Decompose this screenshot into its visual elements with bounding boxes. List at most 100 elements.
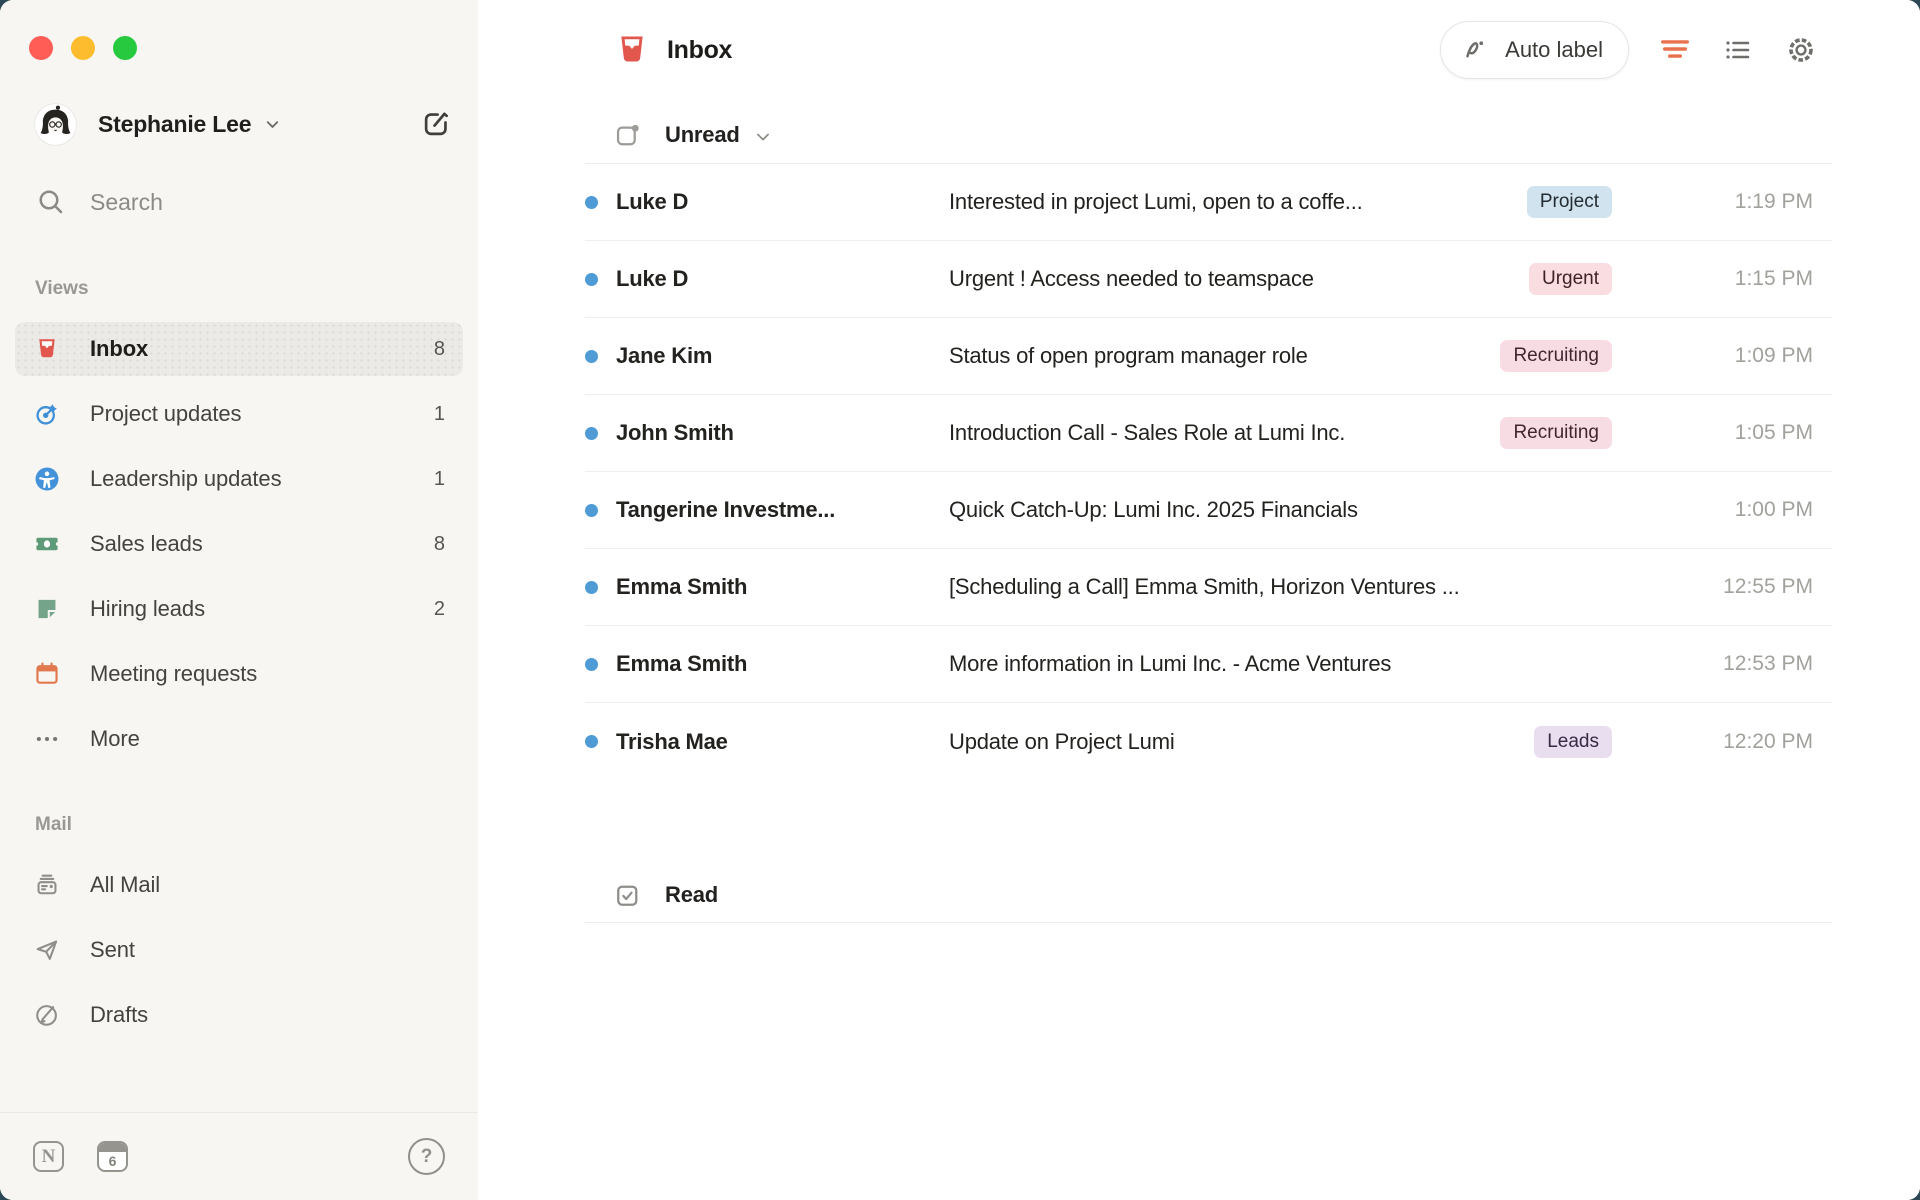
sidebar-item-label: Project updates bbox=[90, 401, 241, 427]
email-label-badge: Leads bbox=[1534, 726, 1612, 758]
read-section-header[interactable]: Read bbox=[585, 868, 1832, 923]
email-subject: Urgent ! Access needed to teamspace bbox=[949, 266, 1529, 292]
avatar bbox=[34, 103, 77, 146]
compose-button[interactable] bbox=[420, 108, 452, 140]
sidebar-item-label: Sent bbox=[90, 937, 135, 963]
window-controls bbox=[29, 36, 137, 60]
sidebar-item-drafts[interactable]: Drafts bbox=[15, 988, 463, 1042]
email-row[interactable]: Jane Kim Status of open program manager … bbox=[585, 318, 1832, 395]
sidebar-item-leadership-updates[interactable]: Leadership updates 1 bbox=[15, 452, 463, 506]
email-row[interactable]: Luke D Urgent ! Access needed to teamspa… bbox=[585, 241, 1832, 318]
inbox-icon bbox=[614, 32, 650, 68]
unread-dot bbox=[585, 504, 598, 517]
settings-gear-icon[interactable] bbox=[1784, 33, 1818, 67]
main-panel: Inbox Auto label bbox=[478, 0, 1920, 1200]
email-sender: Emma Smith bbox=[616, 651, 949, 677]
email-sender: Trisha Mae bbox=[616, 729, 949, 755]
email-subject: Quick Catch-Up: Lumi Inc. 2025 Financial… bbox=[949, 497, 1668, 523]
calendar-app-icon[interactable]: 6 bbox=[97, 1141, 128, 1172]
sidebar-item-meeting-requests[interactable]: Meeting requests bbox=[15, 647, 463, 701]
sidebar-item-count: 2 bbox=[434, 598, 445, 621]
notion-logo-icon[interactable]: N bbox=[33, 1141, 64, 1172]
expand-button[interactable] bbox=[113, 36, 137, 60]
search-label: Search bbox=[90, 189, 163, 216]
email-subject: [Scheduling a Call] Emma Smith, Horizon … bbox=[949, 574, 1668, 600]
email-label-badge: Recruiting bbox=[1500, 417, 1612, 449]
unread-dot bbox=[585, 196, 598, 209]
list-view-icon[interactable] bbox=[1721, 33, 1755, 67]
close-button[interactable] bbox=[29, 36, 53, 60]
sidebar-item-count: 8 bbox=[434, 338, 445, 361]
unread-dot bbox=[585, 273, 598, 286]
calendar-day: 6 bbox=[99, 1152, 126, 1170]
sidebar-item-count: 8 bbox=[434, 533, 445, 556]
unread-dot bbox=[585, 581, 598, 594]
filter-icon[interactable] bbox=[1658, 33, 1692, 67]
accessibility-icon bbox=[34, 466, 60, 492]
email-sender: Luke D bbox=[616, 266, 949, 292]
email-sender: Tangerine Investme... bbox=[616, 497, 949, 523]
sidebar-item-more[interactable]: More bbox=[15, 712, 463, 766]
email-row[interactable]: Luke D Interested in project Lumi, open … bbox=[585, 164, 1832, 241]
unread-dot bbox=[585, 427, 598, 440]
banknote-icon bbox=[34, 531, 60, 557]
target-icon bbox=[34, 401, 60, 427]
sidebar-item-sent[interactable]: Sent bbox=[15, 923, 463, 977]
search[interactable]: Search bbox=[36, 186, 163, 218]
email-row[interactable]: Emma Smith [Scheduling a Call] Emma Smit… bbox=[585, 549, 1832, 626]
sidebar-item-sales-leads[interactable]: Sales leads 8 bbox=[15, 517, 463, 571]
sidebar-item-project-updates[interactable]: Project updates 1 bbox=[15, 387, 463, 441]
email-row[interactable]: Emma Smith More information in Lumi Inc.… bbox=[585, 626, 1832, 703]
email-time: 12:55 PM bbox=[1668, 575, 1813, 599]
mail-nav: All Mail Sent Drafts bbox=[15, 858, 463, 1053]
email-time: 1:09 PM bbox=[1668, 344, 1813, 368]
paper-plane-icon bbox=[34, 937, 60, 963]
sidebar-item-label: Sales leads bbox=[90, 531, 203, 557]
ellipsis-icon bbox=[34, 726, 60, 752]
sidebar-item-count: 1 bbox=[434, 468, 445, 491]
email-subject: More information in Lumi Inc. - Acme Ven… bbox=[949, 651, 1668, 677]
email-row[interactable]: Tangerine Investme... Quick Catch-Up: Lu… bbox=[585, 472, 1832, 549]
section-title: Unread bbox=[665, 122, 740, 148]
email-row[interactable]: John Smith Introduction Call - Sales Rol… bbox=[585, 395, 1832, 472]
email-time: 1:00 PM bbox=[1668, 498, 1813, 522]
sidebar-item-count: 1 bbox=[434, 403, 445, 426]
account-switcher[interactable]: Stephanie Lee bbox=[34, 102, 452, 146]
email-subject: Status of open program manager role bbox=[949, 343, 1500, 369]
email-sender: John Smith bbox=[616, 420, 949, 446]
section-title: Read bbox=[665, 882, 718, 908]
auto-label-button[interactable]: Auto label bbox=[1440, 21, 1629, 79]
email-time: 12:53 PM bbox=[1668, 652, 1813, 676]
email-sender: Emma Smith bbox=[616, 574, 949, 600]
unread-icon bbox=[614, 122, 641, 149]
unread-dot bbox=[585, 350, 598, 363]
email-subject: Introduction Call - Sales Role at Lumi I… bbox=[949, 420, 1500, 446]
email-list: Luke D Interested in project Lumi, open … bbox=[585, 163, 1832, 780]
sidebar: Stephanie Lee Search Views bbox=[0, 0, 478, 1200]
sidebar-item-label: Meeting requests bbox=[90, 661, 257, 687]
unread-section-header[interactable]: Unread bbox=[585, 108, 772, 162]
auto-label-icon bbox=[1462, 35, 1492, 65]
mail-section-label: Mail bbox=[35, 814, 72, 836]
minimize-button[interactable] bbox=[71, 36, 95, 60]
help-icon[interactable]: ? bbox=[408, 1138, 445, 1175]
sidebar-item-hiring-leads[interactable]: Hiring leads 2 bbox=[15, 582, 463, 636]
sidebar-item-all-mail[interactable]: All Mail bbox=[15, 858, 463, 912]
search-icon bbox=[36, 187, 66, 217]
email-row[interactable]: Trisha Mae Update on Project Lumi Leads … bbox=[585, 703, 1832, 780]
draft-pencil-icon bbox=[34, 1002, 60, 1028]
sidebar-item-label: Drafts bbox=[90, 1002, 148, 1028]
sidebar-item-label: All Mail bbox=[90, 872, 160, 898]
page-title: Inbox bbox=[667, 36, 732, 65]
email-sender: Luke D bbox=[616, 189, 949, 215]
sidebar-item-inbox[interactable]: Inbox 8 bbox=[15, 322, 463, 376]
calendar-icon bbox=[34, 661, 60, 687]
unread-dot bbox=[585, 658, 598, 671]
main-header: Inbox Auto label bbox=[585, 0, 1818, 100]
sidebar-item-label: More bbox=[90, 726, 140, 752]
email-subject: Interested in project Lumi, open to a co… bbox=[949, 189, 1527, 215]
account-name: Stephanie Lee bbox=[98, 111, 251, 138]
mail-stack-icon bbox=[34, 872, 60, 898]
app-window: Stephanie Lee Search Views bbox=[0, 0, 1920, 1200]
sticky-note-icon bbox=[34, 596, 60, 622]
